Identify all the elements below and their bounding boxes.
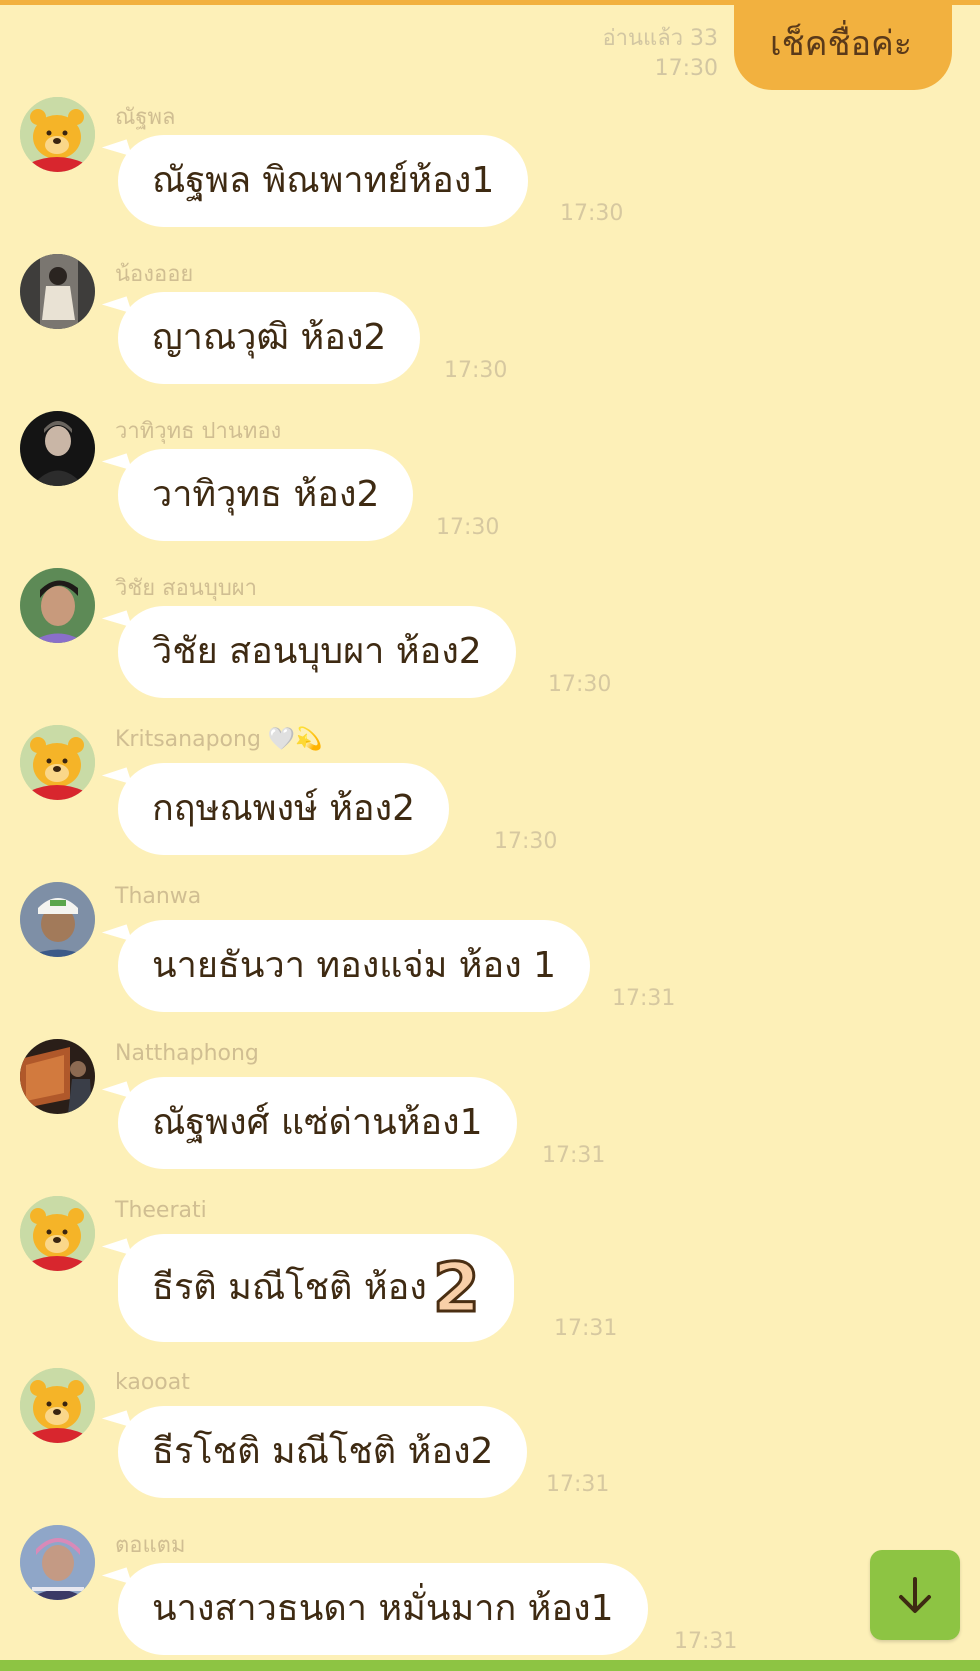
photo-avatar[interactable] (20, 411, 95, 486)
message-time: 17:30 (436, 515, 500, 540)
photo-avatar[interactable] (20, 1039, 95, 1114)
sender-name: น้องออย (115, 262, 194, 287)
message-time: 17:30 (444, 358, 508, 383)
scroll-to-bottom-button[interactable] (870, 1550, 960, 1640)
message-bubble[interactable]: ธีรติ มณีโชติ ห้อง2 (118, 1234, 515, 1342)
emoji-number: 2 (431, 1249, 481, 1328)
sender-name: ตอแตม (115, 1533, 186, 1558)
photo-avatar[interactable] (20, 568, 95, 643)
outgoing-message: อ่านแล้ว 33 17:30 เช็คชื่อค่ะ (602, 0, 952, 90)
message-bubble[interactable]: วาทิวุทธ ห้อง2 (118, 449, 414, 541)
message-time: 17:31 (554, 1316, 618, 1341)
message-bubble[interactable]: นางสาวธนดา หมั่นมาก ห้อง1 (118, 1563, 648, 1655)
sender-name: kaooat (115, 1370, 190, 1395)
message-bubble[interactable]: ณัฐพล พิณพาทย์ห้อง1 (118, 135, 529, 227)
pooh-icon[interactable] (20, 97, 95, 172)
photo-avatar[interactable] (20, 1525, 95, 1600)
outgoing-bubble[interactable]: เช็คชื่อค่ะ (734, 0, 952, 90)
message-bubble[interactable]: ณัฐพงศ์ แซ่ด่านห้อง1 (118, 1077, 517, 1169)
outgoing-meta: อ่านแล้ว 33 17:30 (602, 24, 718, 84)
pooh-icon[interactable] (20, 725, 95, 800)
message-time: 17:31 (542, 1143, 606, 1168)
pooh-icon[interactable] (20, 1368, 95, 1443)
sender-name: Kritsanapong 🤍💫 (115, 727, 323, 752)
sender-name: Natthaphong (115, 1041, 259, 1066)
arrow-down-icon (899, 1577, 931, 1613)
sender-name: Thanwa (115, 884, 202, 909)
sender-name: ณัฐพล (115, 105, 176, 130)
message-time: 17:31 (546, 1472, 610, 1497)
message-bubble[interactable]: ธีรโชติ มณีโชติ ห้อง2 (118, 1406, 528, 1498)
message-bubble[interactable]: ญาณวุฒิ ห้อง2 (118, 292, 421, 384)
message-bubble[interactable]: กฤษณพงษ์ ห้อง2 (118, 763, 450, 855)
sender-name: วิชัย สอนบุบผา (115, 576, 258, 601)
message-time: 17:31 (674, 1629, 738, 1654)
message-time: 17:30 (548, 672, 612, 697)
outgoing-time: 17:30 (654, 56, 719, 81)
message-time: 17:30 (560, 201, 624, 226)
bottom-accent-bar (0, 1660, 980, 1671)
sender-name: Theerati (115, 1198, 207, 1223)
read-receipt: อ่านแล้ว 33 (602, 26, 719, 51)
photo-avatar[interactable] (20, 254, 95, 329)
message-time: 17:31 (612, 986, 676, 1011)
message-time: 17:30 (494, 829, 558, 854)
message-bubble[interactable]: นายธันวา ทองแจ่ม ห้อง 1 (118, 920, 591, 1012)
sender-name: วาทิวุทธ ปานทอง (115, 419, 282, 444)
photo-avatar[interactable] (20, 882, 95, 957)
message-text: ธีรติ มณีโชติ ห้อง (152, 1267, 427, 1308)
message-bubble[interactable]: วิชัย สอนบุบผา ห้อง2 (118, 606, 516, 698)
pooh-icon[interactable] (20, 1196, 95, 1271)
